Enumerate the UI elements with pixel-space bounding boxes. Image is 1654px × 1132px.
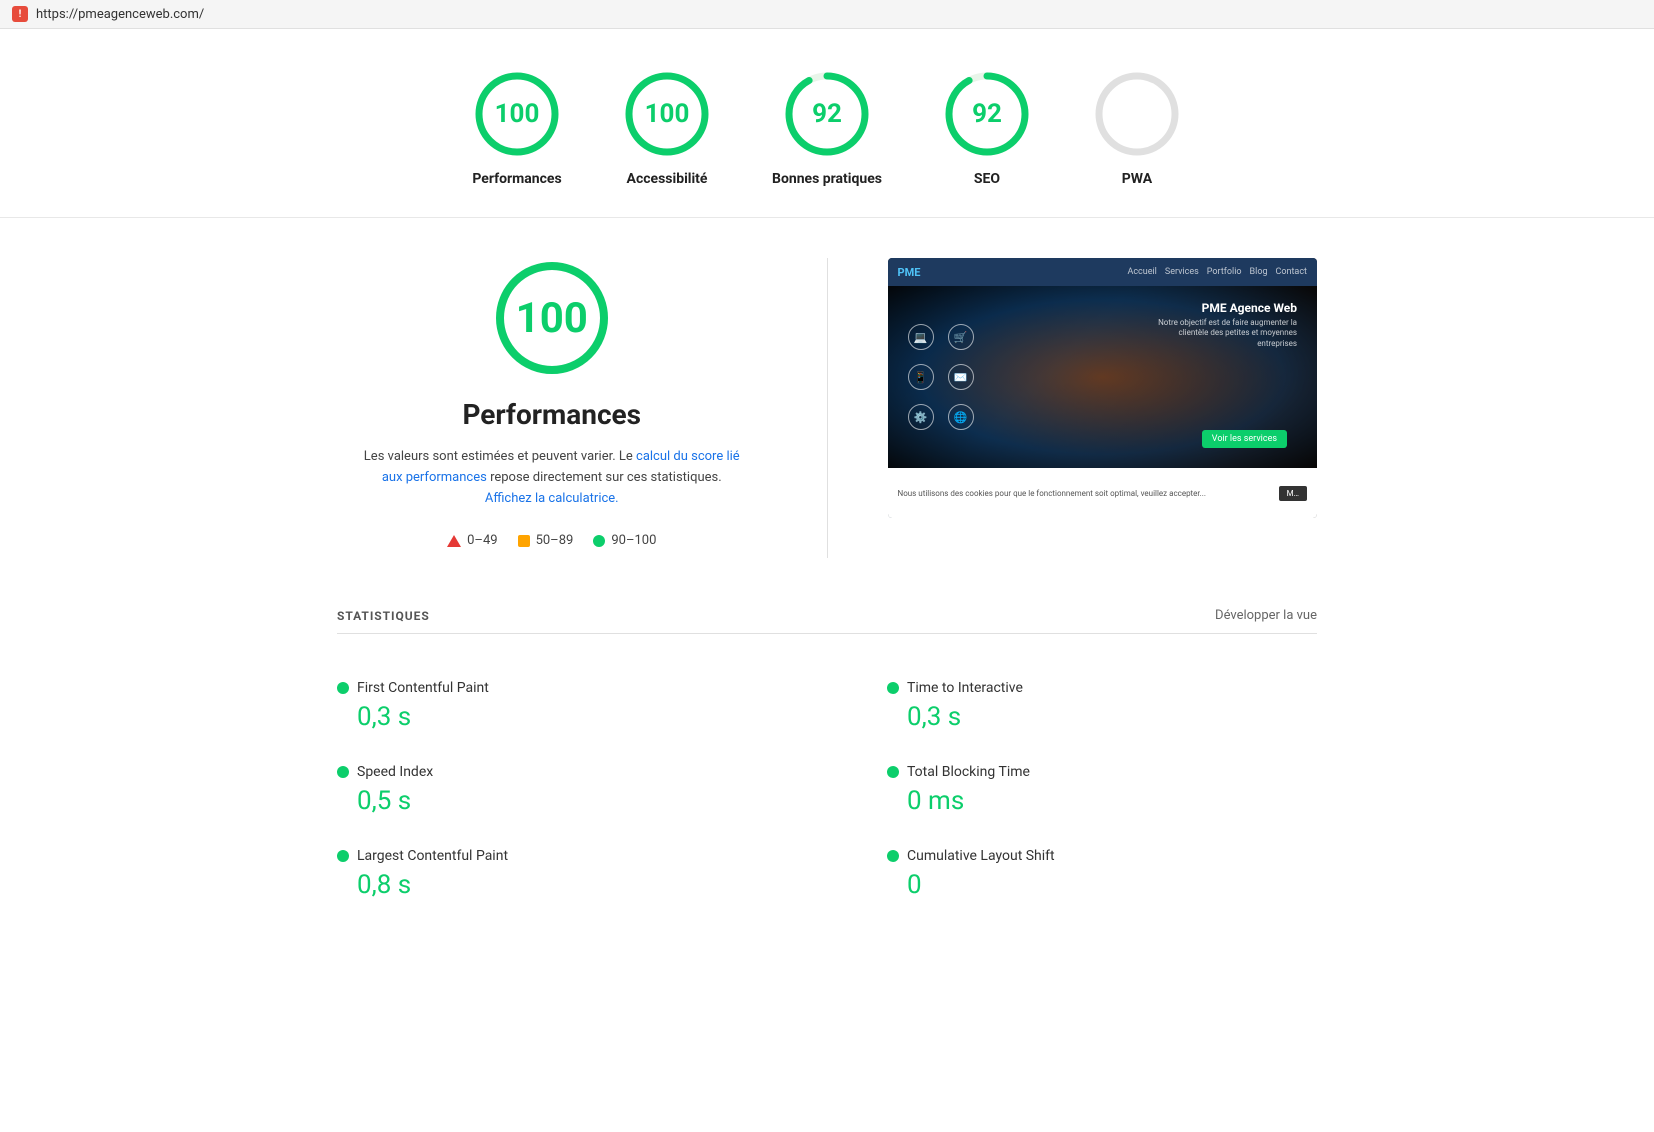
score-circle-pwa — [1092, 69, 1182, 159]
legend-orange-label: 50–89 — [536, 533, 574, 548]
score-accessibilite: 100 Accessibilité — [622, 69, 712, 187]
score-circle-seo: 92 — [942, 69, 1032, 159]
score-seo: 92 SEO — [942, 69, 1032, 187]
big-score-value: 100 — [516, 294, 588, 343]
stat-lcp-value: 0,8 s — [337, 870, 807, 900]
screenshot-cookie-btn: M… — [1279, 486, 1307, 501]
score-circle-accessibilite: 100 — [622, 69, 712, 159]
scores-section: 100 Performances 100 Accessibilité 92 Bo… — [0, 29, 1654, 218]
stat-fcp-value: 0,3 s — [337, 702, 807, 732]
screenshot-cookie-text: Nous utilisons des cookies pour que le f… — [898, 489, 1271, 498]
stats-section: STATISTIQUES Développer la vue First Con… — [337, 608, 1317, 916]
stat-tbt: Total Blocking Time 0 ms — [827, 748, 1317, 832]
main-content: 100 Performances Les valeurs sont estimé… — [277, 218, 1377, 956]
score-value-performances: 100 — [495, 99, 540, 129]
legend-triangle-icon — [447, 535, 461, 547]
stat-tti-label: Time to Interactive — [907, 680, 1023, 696]
screenshot-icon-2: 🛒 — [948, 324, 974, 350]
stat-tti-label-row: Time to Interactive — [887, 680, 1297, 696]
stat-tbt-label-row: Total Blocking Time — [887, 764, 1297, 780]
stat-lcp-label-row: Largest Contentful Paint — [337, 848, 807, 864]
score-pwa: PWA — [1092, 69, 1182, 187]
stat-tbt-value: 0 ms — [887, 786, 1297, 816]
legend-dot-icon — [593, 535, 605, 547]
screenshot-topbar: PME Accueil Services Portfolio Blog Cont… — [888, 258, 1318, 286]
screenshot: PME Accueil Services Portfolio Blog Cont… — [888, 258, 1318, 518]
stat-si-label: Speed Index — [357, 764, 433, 780]
screenshot-icon-3: 📱 — [908, 364, 934, 390]
stat-fcp-label: First Contentful Paint — [357, 680, 489, 696]
screenshot-icons: 💻 🛒 📱 ✉️ ⚙️ 🌐 — [908, 324, 974, 430]
screenshot-area: PME Accueil Services Portfolio Blog Cont… — [888, 258, 1318, 518]
legend-green: 90–100 — [593, 533, 656, 548]
score-value-accessibilite: 100 — [645, 99, 690, 129]
screenshot-nav: Accueil Services Portfolio Blog Contact — [1127, 267, 1307, 277]
legend-orange: 50–89 — [518, 533, 574, 548]
stats-grid: First Contentful Paint 0,3 s Time to Int… — [337, 664, 1317, 916]
score-performances: 100 Performances — [472, 69, 562, 187]
score-circle-bonnes-pratiques: 92 — [782, 69, 872, 159]
stat-si-dot — [337, 766, 349, 778]
screenshot-icon-1: 💻 — [908, 324, 934, 350]
score-value-bonnes-pratiques: 92 — [812, 99, 842, 129]
legend-red-label: 0–49 — [467, 533, 497, 548]
legend-red: 0–49 — [447, 533, 497, 548]
stat-lcp-dot — [337, 850, 349, 862]
perf-title: Performances — [462, 398, 641, 431]
score-label-performances: Performances — [472, 171, 561, 187]
stat-tbt-dot — [887, 766, 899, 778]
score-circle-performances: 100 — [472, 69, 562, 159]
screenshot-site-name: PME Agence Web — [1202, 301, 1297, 315]
stat-si: Speed Index 0,5 s — [337, 748, 827, 832]
big-score-circle: 100 — [492, 258, 612, 378]
screenshot-icon-4: ✉️ — [948, 364, 974, 390]
score-value-seo: 92 — [972, 99, 1002, 129]
perf-description: Les valeurs sont estimées et peuvent var… — [362, 447, 742, 509]
screenshot-cta-btn: Voir les services — [1202, 430, 1287, 448]
perf-left: 100 Performances Les valeurs sont estimé… — [337, 258, 767, 548]
stat-fcp-dot — [337, 682, 349, 694]
stat-fcp: First Contentful Paint 0,3 s — [337, 664, 827, 748]
screenshot-logo: PME — [898, 266, 921, 279]
stat-tti-value: 0,3 s — [887, 702, 1297, 732]
section-divider — [827, 258, 828, 558]
stat-tti-dot — [887, 682, 899, 694]
screenshot-cookie-bar: Nous utilisons des cookies pour que le f… — [888, 468, 1318, 518]
stat-cls-dot — [887, 850, 899, 862]
stat-tti: Time to Interactive 0,3 s — [827, 664, 1317, 748]
stat-cls: Cumulative Layout Shift 0 — [827, 832, 1317, 916]
perf-section: 100 Performances Les valeurs sont estimé… — [337, 258, 1317, 558]
top-bar: ! https://pmeagenceweb.com/ — [0, 0, 1654, 29]
score-bonnes-pratiques: 92 Bonnes pratiques — [772, 69, 882, 187]
legend-green-label: 90–100 — [611, 533, 656, 548]
url-display: https://pmeagenceweb.com/ — [36, 7, 204, 22]
stat-fcp-label-row: First Contentful Paint — [337, 680, 807, 696]
stat-lcp: Largest Contentful Paint 0,8 s — [337, 832, 827, 916]
expand-view-btn[interactable]: Développer la vue — [1215, 608, 1317, 623]
score-label-bonnes-pratiques: Bonnes pratiques — [772, 171, 882, 187]
site-icon: ! — [12, 6, 28, 22]
legend-square-icon — [518, 535, 530, 547]
score-label-accessibilite: Accessibilité — [627, 171, 708, 187]
stats-header: STATISTIQUES Développer la vue — [337, 608, 1317, 634]
stat-cls-value: 0 — [887, 870, 1297, 900]
stat-tbt-label: Total Blocking Time — [907, 764, 1030, 780]
screenshot-icon-5: ⚙️ — [908, 404, 934, 430]
stat-si-value: 0,5 s — [337, 786, 807, 816]
stat-lcp-label: Largest Contentful Paint — [357, 848, 508, 864]
calculator-link[interactable]: Affichez la calculatrice. — [485, 491, 619, 506]
legend: 0–49 50–89 90–100 — [447, 533, 656, 548]
stat-cls-label-row: Cumulative Layout Shift — [887, 848, 1297, 864]
screenshot-body: 💻 🛒 📱 ✉️ ⚙️ 🌐 PME Agence Web Notre objec… — [888, 286, 1318, 468]
screenshot-subtitle: Notre objectif est de faire augmenter la… — [1157, 318, 1297, 349]
stat-si-label-row: Speed Index — [337, 764, 807, 780]
stats-title: STATISTIQUES — [337, 609, 430, 623]
stat-cls-label: Cumulative Layout Shift — [907, 848, 1055, 864]
score-label-pwa: PWA — [1122, 171, 1152, 187]
screenshot-icon-6: 🌐 — [948, 404, 974, 430]
score-label-seo: SEO — [974, 171, 1000, 187]
